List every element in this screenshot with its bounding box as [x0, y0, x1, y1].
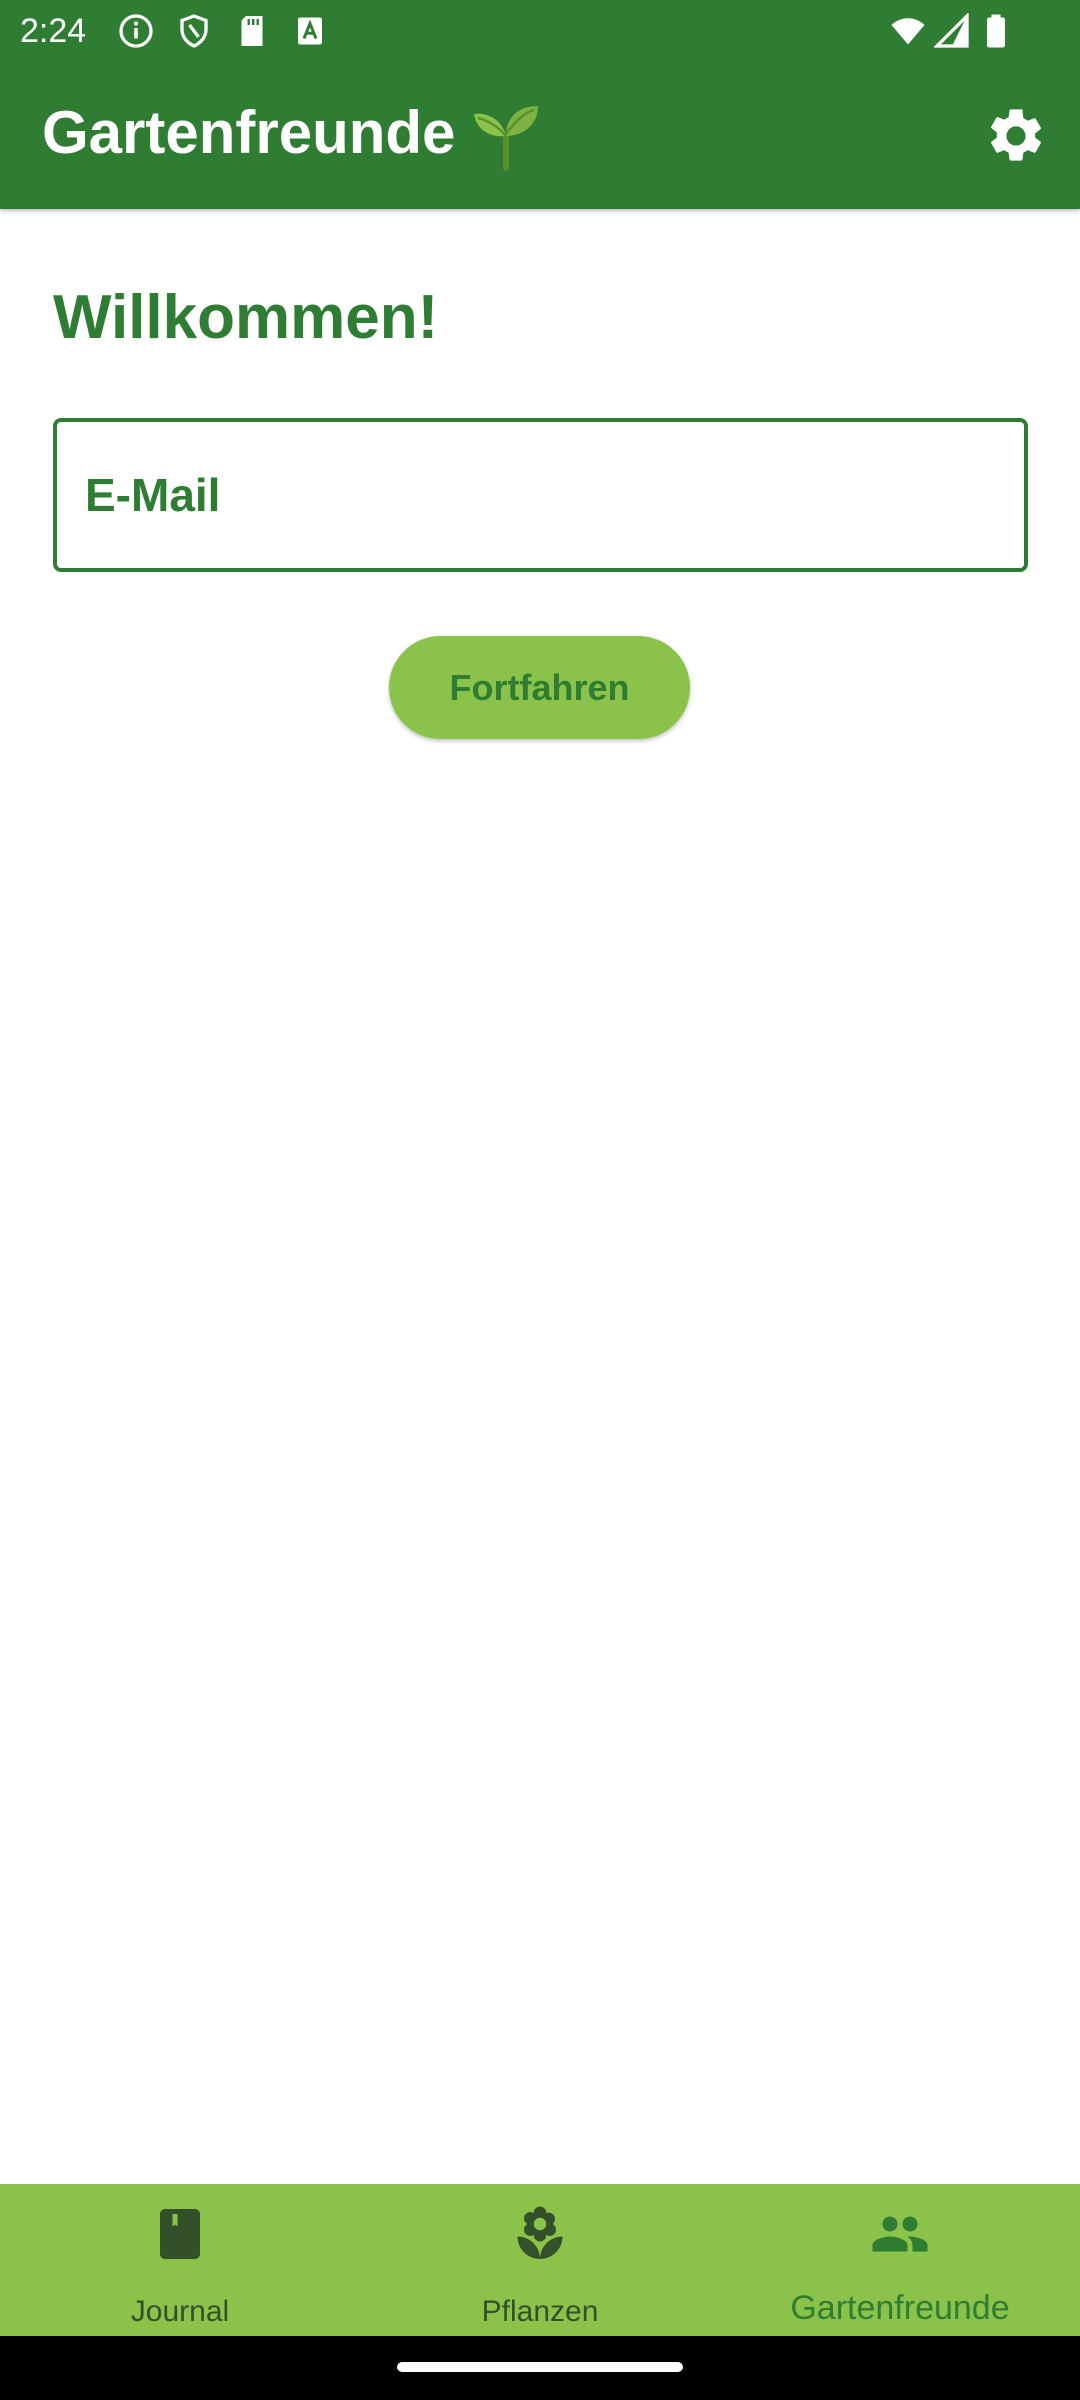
- app-title: Gartenfreunde: [42, 99, 456, 166]
- book-icon: [160, 2209, 200, 2259]
- nav-item-journal[interactable]: Journal: [0, 2184, 360, 2336]
- nav-item-gartenfreunde[interactable]: Gartenfreunde: [720, 2184, 1080, 2336]
- flower-icon: [517, 2206, 563, 2259]
- gear-icon[interactable]: [984, 104, 1048, 168]
- nav-label-pflanzen: Pflanzen: [481, 2295, 599, 2328]
- page-title: Willkommen!: [53, 283, 439, 352]
- info-icon: [119, 14, 153, 48]
- system-nav-bar: [0, 2336, 1080, 2400]
- continue-button[interactable]: Fortfahren: [389, 636, 690, 739]
- wifi-icon: [891, 18, 925, 45]
- app-bar: Gartenfreunde: [0, 62, 1080, 209]
- sd-card-icon: [241, 16, 263, 46]
- signal-icon: [934, 13, 969, 48]
- status-time: 2:24: [20, 12, 87, 50]
- a-badge-icon: [298, 17, 322, 45]
- email-input[interactable]: [85, 422, 1005, 568]
- bottom-nav: Journal Pflanzen Gartenfreunde: [0, 2184, 1080, 2336]
- nav-label-gartenfreunde: Gartenfreunde: [790, 2289, 1010, 2327]
- home-gesture-handle[interactable]: [397, 2362, 683, 2372]
- nav-label-journal: Journal: [130, 2295, 230, 2328]
- shield-icon: [180, 14, 208, 48]
- seedling-icon: [474, 106, 538, 171]
- status-bar: 2:24: [0, 0, 1080, 62]
- people-icon: [872, 2216, 928, 2252]
- email-field[interactable]: [53, 418, 1028, 572]
- battery-icon: [987, 14, 1005, 48]
- nav-item-pflanzen[interactable]: Pflanzen: [360, 2184, 720, 2336]
